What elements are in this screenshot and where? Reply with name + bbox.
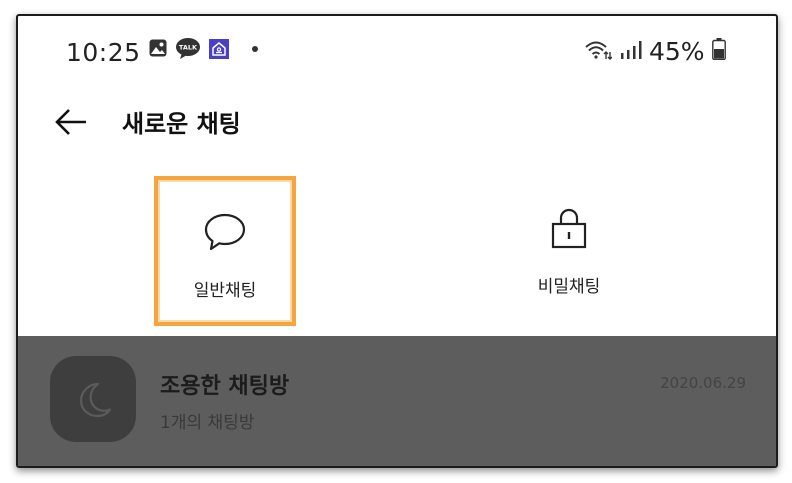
secret-chat-option[interactable]: 비밀채팅 <box>498 176 640 326</box>
chat-room-name[interactable]: 조용한 채팅방 <box>160 368 289 400</box>
home-app-icon <box>209 39 229 59</box>
battery-percentage: 45% <box>649 37 705 66</box>
notification-dot <box>252 46 258 52</box>
moon-icon <box>79 382 112 418</box>
talk-badge-text: TALK <box>179 44 198 52</box>
dimmed-overlay[interactable]: 조용한 채팅방 1개의 채팅방 2020.06.29 <box>18 336 776 466</box>
back-arrow-icon[interactable] <box>54 108 88 136</box>
secret-chat-label: 비밀채팅 <box>537 277 601 297</box>
chat-room-subtitle: 1개의 채팅방 <box>160 413 255 433</box>
gallery-icon <box>149 39 167 57</box>
signal-icon <box>621 41 642 59</box>
page-title: 새로운 채팅 <box>122 110 241 138</box>
kakaotalk-icon: TALK <box>176 38 200 59</box>
phone-screen: 10:25 TALK 45% 새로운 채팅 일반채팅 비밀채팅 조용한 채팅방 … <box>16 14 778 468</box>
chat-room-date: 2020.06.29 <box>660 374 746 392</box>
normal-chat-label: 일반채팅 <box>193 281 257 301</box>
battery-icon <box>712 38 726 60</box>
lock-icon <box>551 208 587 249</box>
normal-chat-option[interactable]: 일반채팅 <box>154 176 296 326</box>
chat-bubble-icon <box>204 213 246 251</box>
chat-room-avatar <box>50 356 136 442</box>
status-time: 10:25 <box>66 38 141 67</box>
wifi-icon <box>585 41 612 60</box>
